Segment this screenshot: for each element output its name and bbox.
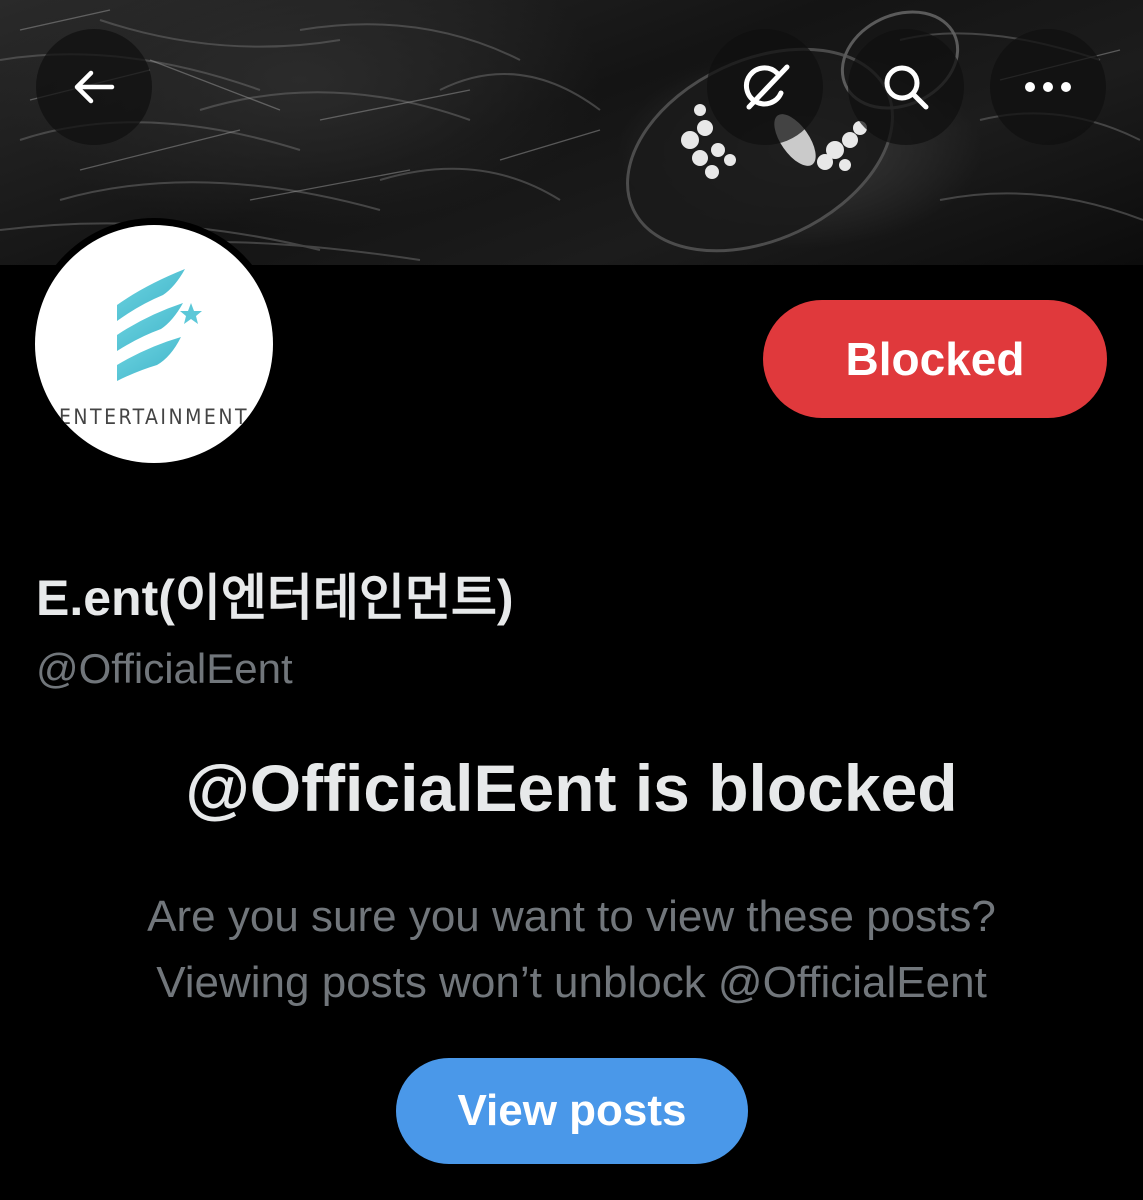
- display-name: E.ent(이엔터테인먼트): [36, 570, 514, 626]
- more-horizontal-icon: [1023, 80, 1073, 94]
- more-options-button[interactable]: [990, 29, 1106, 145]
- avatar-text: ENTERTAINMENT: [58, 405, 250, 429]
- search-icon: [879, 60, 933, 114]
- grok-icon: [737, 59, 793, 115]
- blocked-description-line1: Are you sure you want to view these post…: [147, 892, 996, 941]
- view-posts-button[interactable]: View posts: [396, 1058, 748, 1164]
- user-handle: @OfficialEent: [36, 645, 293, 692]
- grok-button[interactable]: [707, 29, 823, 145]
- arrow-left-icon: [69, 62, 119, 112]
- blocked-description: Are you sure you want to view these post…: [0, 884, 1143, 1016]
- avatar-logo: ENTERTAINMENT: [35, 225, 273, 463]
- search-button[interactable]: [848, 29, 964, 145]
- blocked-description-line2: Viewing posts won’t unblock @OfficialEen…: [156, 958, 987, 1007]
- back-button[interactable]: [36, 29, 152, 145]
- avatar[interactable]: ENTERTAINMENT: [28, 218, 280, 470]
- blocked-button[interactable]: Blocked: [763, 300, 1107, 418]
- blocked-title: @OfficialEent is blocked: [185, 751, 958, 825]
